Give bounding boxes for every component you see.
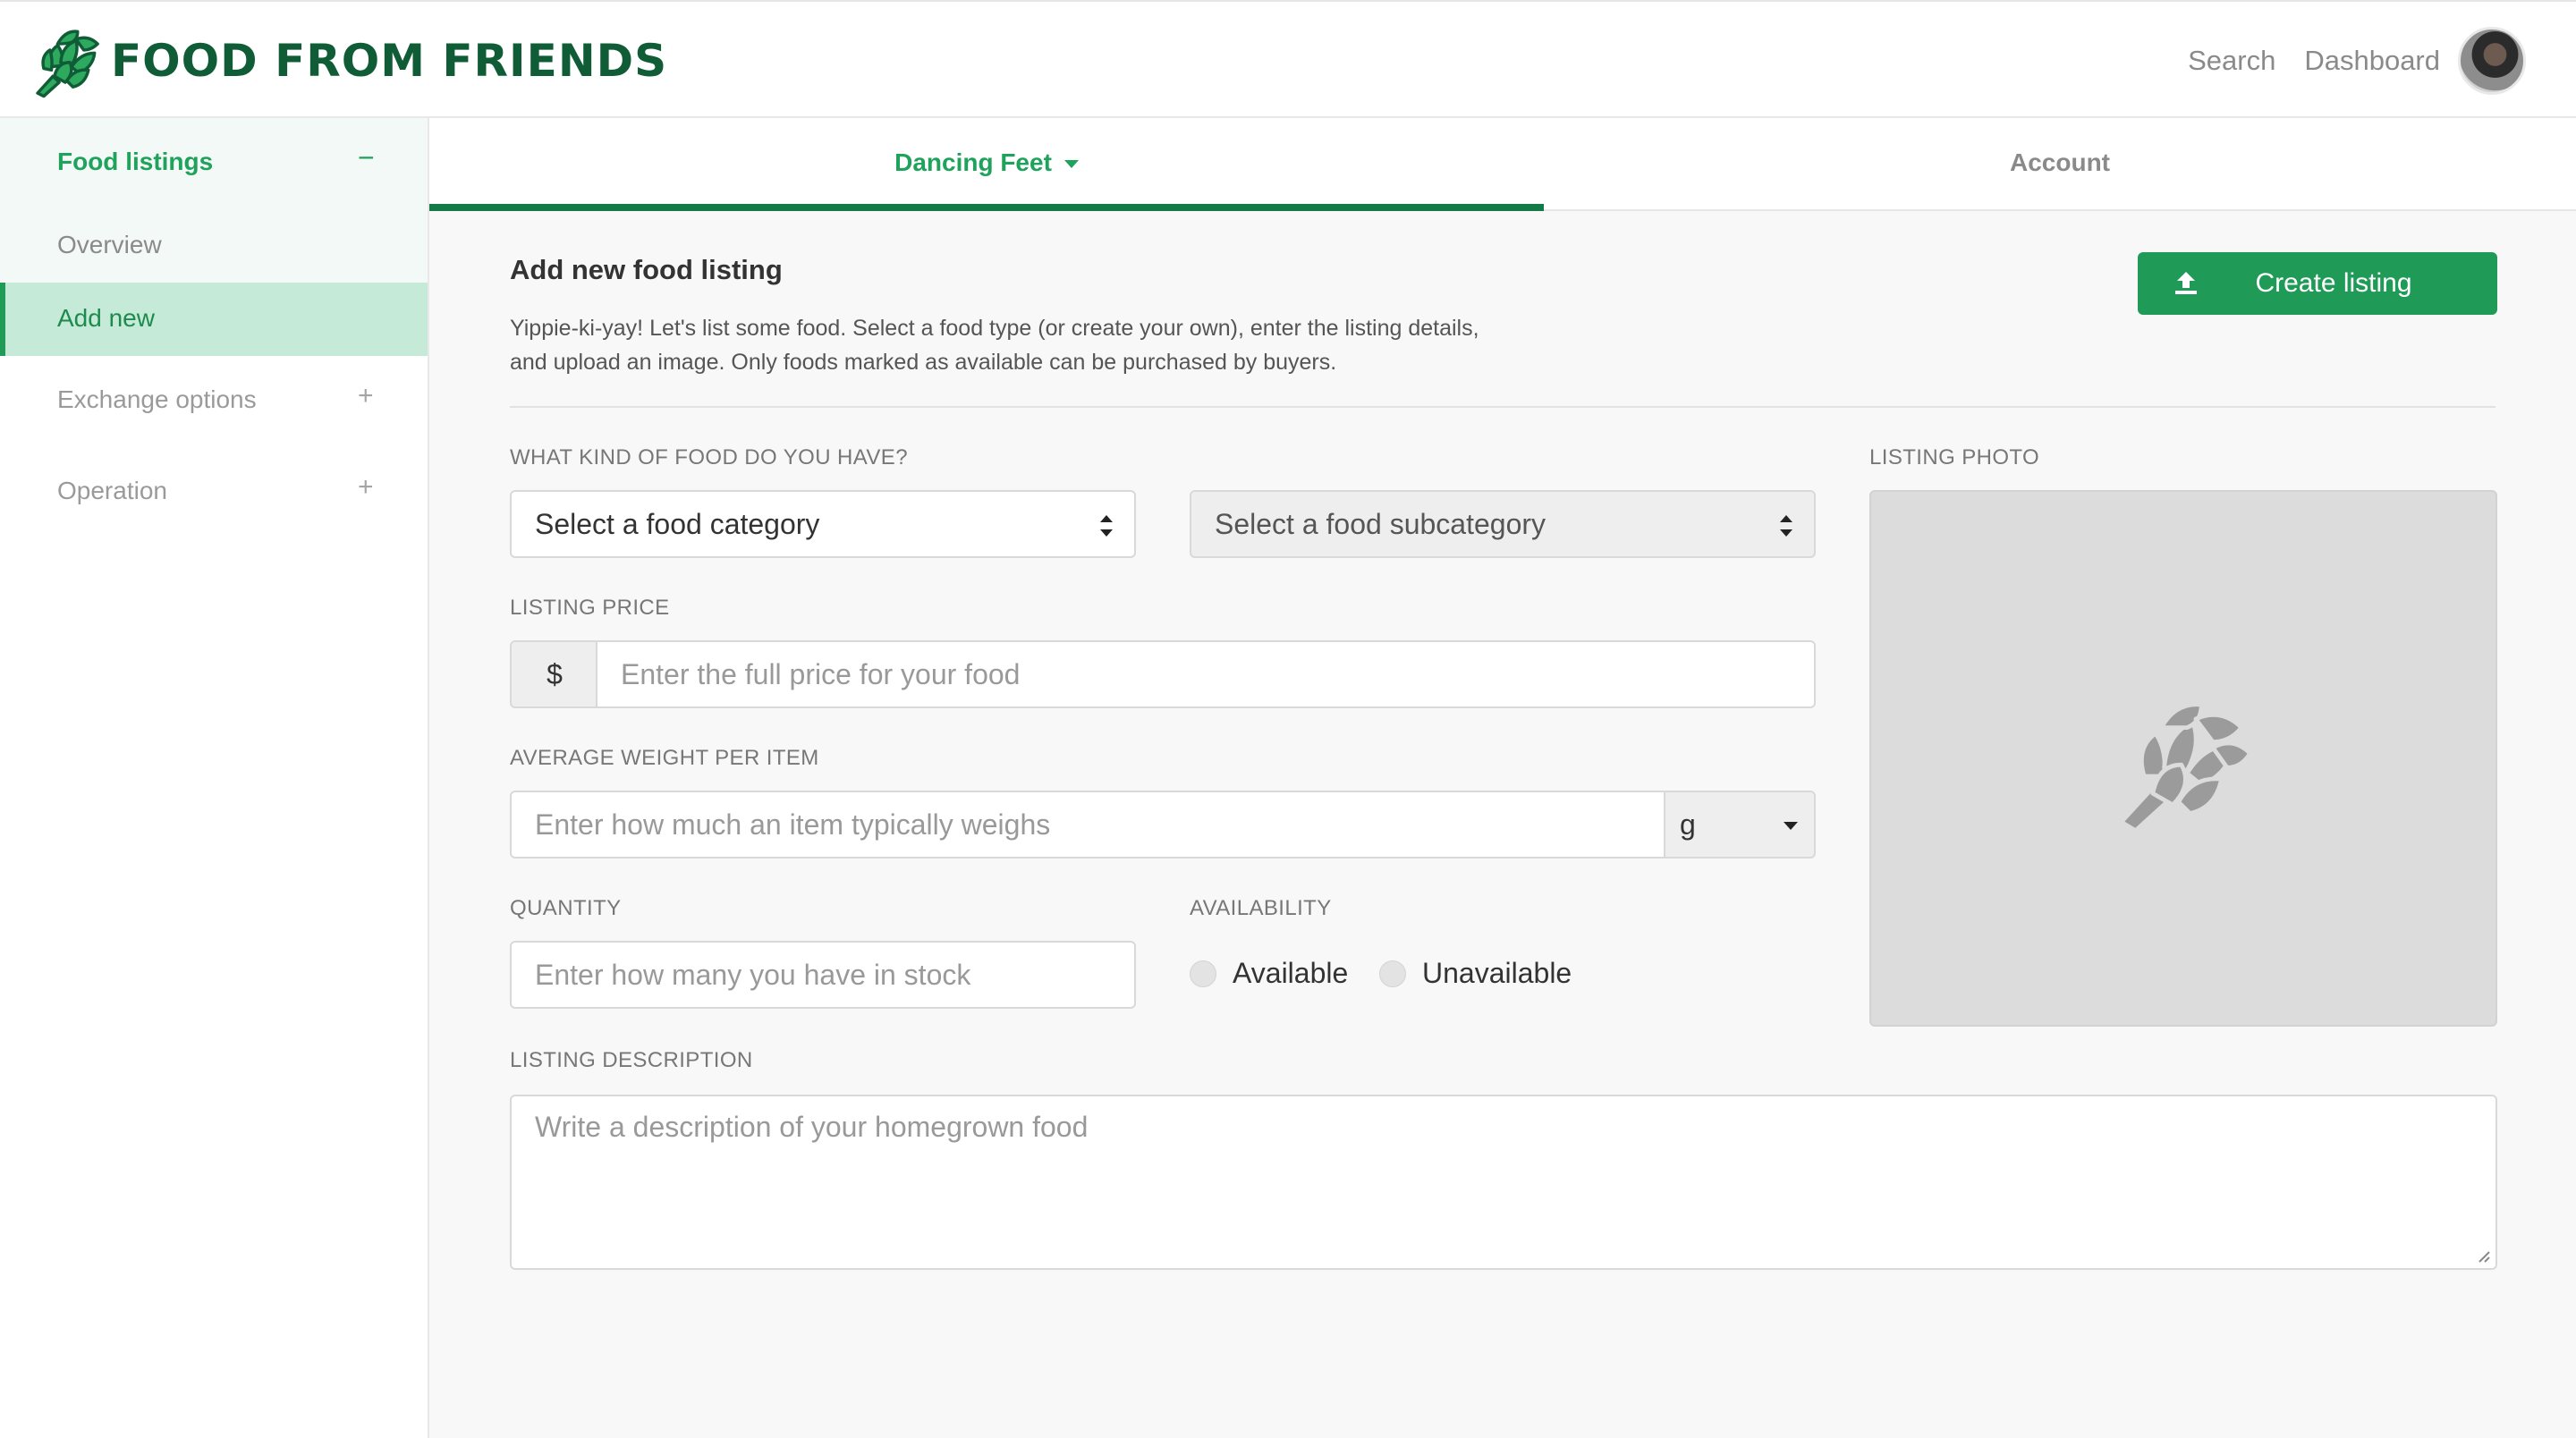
top-nav: Search Dashboard <box>2159 27 2526 95</box>
sidebar-section-label: Food listings <box>57 148 214 175</box>
radio-label: Unavailable <box>1422 957 1572 989</box>
sidebar-item-label: Exchange options <box>57 385 257 413</box>
page-description: Yippie-ki-yay! Let's list some food. Sel… <box>510 316 1479 375</box>
availability-label: AVAILABILITY <box>1190 896 1332 920</box>
divider <box>510 406 2496 408</box>
sidebar-item-label: Add new <box>57 304 155 332</box>
brand-logo[interactable]: FOOD FROM FRIENDS <box>27 21 667 100</box>
radio-circle-icon <box>1379 960 1406 987</box>
tab-label: Dancing Feet <box>894 148 1052 176</box>
nav-search-link[interactable]: Search <box>2188 45 2275 77</box>
weight-unit-value: g <box>1680 808 1696 841</box>
artichoke-placeholder-icon <box>2119 702 2252 833</box>
food-category-select[interactable]: Select a food category <box>510 490 1136 558</box>
currency-addon: $ <box>510 640 597 708</box>
page-title: Add new food listing <box>510 254 783 285</box>
user-avatar[interactable] <box>2458 27 2526 95</box>
listing-photo-label: LISTING PHOTO <box>1869 445 2040 469</box>
listing-photo-upload[interactable] <box>1869 490 2497 1027</box>
sidebar: Food listings − Overview Add new Exchang… <box>0 118 429 1438</box>
resize-handle-icon[interactable] <box>2474 1247 2490 1263</box>
food-subcategory-select[interactable]: Select a food subcategory <box>1190 490 1816 558</box>
select-arrows-icon <box>1100 515 1113 537</box>
nav-dashboard-link[interactable]: Dashboard <box>2304 45 2440 77</box>
collapse-icon[interactable]: − <box>358 141 375 174</box>
sidebar-item-label: Overview <box>57 231 162 258</box>
radio-circle-icon <box>1190 960 1216 987</box>
expand-icon[interactable]: + <box>358 472 374 503</box>
quantity-label: QUANTITY <box>510 896 622 920</box>
quantity-placeholder: Enter how many you have in stock <box>535 959 971 991</box>
price-input[interactable]: Enter the full price for your food <box>596 640 1816 708</box>
brand-name: FOOD FROM FRIENDS <box>111 35 668 87</box>
sidebar-section-food-listings[interactable]: Food listings − <box>0 118 428 209</box>
weight-input[interactable]: Enter how much an item typically weighs <box>510 791 1665 859</box>
tab-account[interactable]: Account <box>1544 118 2576 211</box>
food-category-value: Select a food category <box>535 508 820 540</box>
radio-label: Available <box>1233 957 1349 989</box>
expand-icon[interactable]: + <box>358 381 374 411</box>
listing-price-label: LISTING PRICE <box>510 596 670 620</box>
select-arrows-icon <box>1780 515 1792 537</box>
description-label: LISTING DESCRIPTION <box>510 1048 753 1072</box>
sidebar-item-add-new[interactable]: Add new <box>0 283 428 356</box>
quantity-input[interactable]: Enter how many you have in stock <box>510 941 1136 1009</box>
weight-unit-select[interactable]: g <box>1664 791 1816 859</box>
sidebar-item-overview[interactable]: Overview <box>0 209 428 283</box>
chevron-down-icon <box>1784 822 1798 830</box>
sidebar-item-exchange-options[interactable]: Exchange options + <box>0 356 428 445</box>
weight-label: AVERAGE WEIGHT PER ITEM <box>510 746 819 770</box>
tab-dancing-feet[interactable]: Dancing Feet <box>429 118 1544 211</box>
description-placeholder: Write a description of your homegrown fo… <box>535 1111 1089 1143</box>
availability-radio-available[interactable]: Available <box>1190 957 1360 993</box>
weight-placeholder: Enter how much an item typically weighs <box>535 808 1051 841</box>
artichoke-logo-icon <box>36 30 99 98</box>
sidebar-item-operation[interactable]: Operation + <box>0 447 428 537</box>
sidebar-item-label: Operation <box>57 477 167 504</box>
create-listing-label: Create listing <box>2255 268 2412 298</box>
create-listing-button[interactable]: Create listing <box>2138 252 2497 315</box>
tab-label: Account <box>2010 148 2110 176</box>
tab-bar: Dancing Feet Account <box>429 118 2576 211</box>
top-navbar: FOOD FROM FRIENDS Search Dashboard <box>0 0 2576 118</box>
food-kind-label: WHAT KIND OF FOOD DO YOU HAVE? <box>510 445 908 469</box>
availability-radio-unavailable[interactable]: Unavailable <box>1379 957 1585 993</box>
price-placeholder: Enter the full price for your food <box>621 658 1021 690</box>
description-textarea[interactable]: Write a description of your homegrown fo… <box>510 1095 2497 1270</box>
chevron-down-icon <box>1063 160 1079 169</box>
food-subcategory-value: Select a food subcategory <box>1215 508 1546 540</box>
